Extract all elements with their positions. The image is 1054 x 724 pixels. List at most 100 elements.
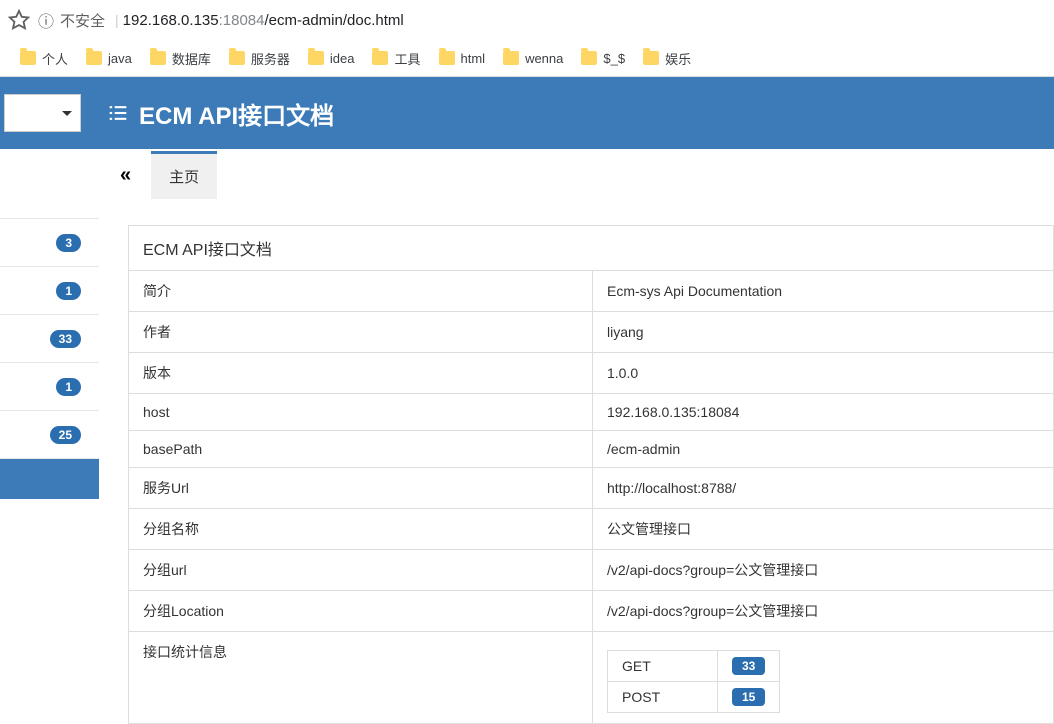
table-row: 接口统计信息 GET 33 POST 15 xyxy=(129,632,1054,724)
table-row: host192.168.0.135:18084 xyxy=(129,394,1054,431)
folder-icon xyxy=(308,51,324,65)
bookmark-item[interactable]: 娱乐 xyxy=(643,49,691,68)
list-icon xyxy=(107,103,129,123)
page-title: ECM API接口文档 xyxy=(139,96,334,131)
caret-down-icon xyxy=(62,111,72,116)
row-label: 分组url xyxy=(129,550,593,591)
url-port: :18084 xyxy=(219,12,265,29)
info-icon[interactable]: ⓘ xyxy=(38,8,54,32)
count-badge: 1 xyxy=(56,378,81,396)
tabs-row: « 主页 xyxy=(100,149,1054,201)
bookmark-label: 工具 xyxy=(394,49,420,68)
folder-icon xyxy=(581,51,597,65)
row-value: liyang xyxy=(593,312,1054,353)
address-bar: ⓘ 不安全 | 192.168.0.135:18084/ecm-admin/do… xyxy=(0,0,1054,40)
sidebar: 3 1 33 1 25 xyxy=(0,149,100,724)
sidebar-item[interactable]: 33 xyxy=(0,315,99,363)
count-badge: 3 xyxy=(56,234,81,252)
sidebar-item[interactable]: 1 xyxy=(0,363,99,411)
sidebar-item[interactable]: 3 xyxy=(0,219,99,267)
table-row: ECM API接口文档 xyxy=(129,226,1054,271)
stats-label: 接口统计信息 xyxy=(129,632,593,724)
table-row: 分组名称公文管理接口 xyxy=(129,509,1054,550)
bookmark-label: wenna xyxy=(525,51,563,66)
tab-home[interactable]: 主页 xyxy=(151,151,217,199)
not-secure-label: 不安全 xyxy=(60,10,105,31)
row-label: 分组Location xyxy=(129,591,593,632)
collapse-icon[interactable]: « xyxy=(114,160,137,191)
table-row: 服务Urlhttp://localhost:8788/ xyxy=(129,468,1054,509)
main-content: « 主页 ECM API接口文档 简介Ecm-sys Api Documenta… xyxy=(100,149,1054,724)
row-label: 版本 xyxy=(129,353,593,394)
bookmark-label: html xyxy=(461,51,486,66)
folder-icon xyxy=(229,51,245,65)
row-value: /ecm-admin xyxy=(593,431,1054,468)
row-value: 1.0.0 xyxy=(593,353,1054,394)
row-value: /v2/api-docs?group=公文管理接口 xyxy=(593,550,1054,591)
method-count-cell: 33 xyxy=(718,651,780,682)
bookmark-item[interactable]: idea xyxy=(308,51,355,66)
row-value: /v2/api-docs?group=公文管理接口 xyxy=(593,591,1054,632)
table-row: 分组Location/v2/api-docs?group=公文管理接口 xyxy=(129,591,1054,632)
header-title-wrap: ECM API接口文档 xyxy=(107,96,334,131)
row-label: 服务Url xyxy=(129,468,593,509)
url-path: /ecm-admin/doc.html xyxy=(265,12,404,29)
row-label: 作者 xyxy=(129,312,593,353)
row-value: 192.168.0.135:18084 xyxy=(593,394,1054,431)
folder-icon xyxy=(86,51,102,65)
table-row: basePath/ecm-admin xyxy=(129,431,1054,468)
table-row: 版本1.0.0 xyxy=(129,353,1054,394)
folder-icon xyxy=(150,51,166,65)
folder-icon xyxy=(503,51,519,65)
url-host: 192.168.0.135 xyxy=(123,12,219,29)
bookmark-label: 娱乐 xyxy=(665,49,691,68)
bookmark-item[interactable]: 工具 xyxy=(372,49,420,68)
sidebar-item[interactable]: 25 xyxy=(0,411,99,459)
folder-icon xyxy=(372,51,388,65)
doc-table-wrap: ECM API接口文档 简介Ecm-sys Api Documentation … xyxy=(100,201,1054,724)
row-value: 公文管理接口 xyxy=(593,509,1054,550)
method-badge: 33 xyxy=(732,657,765,675)
count-badge: 1 xyxy=(56,282,81,300)
table-row: 简介Ecm-sys Api Documentation xyxy=(129,271,1054,312)
doc-table: ECM API接口文档 简介Ecm-sys Api Documentation … xyxy=(128,225,1054,724)
row-value: Ecm-sys Api Documentation xyxy=(593,271,1054,312)
bookmark-item[interactable]: html xyxy=(439,51,486,66)
bookmarks-bar: 个人 java 数据库 服务器 idea 工具 html wenna $_$ 娱… xyxy=(0,40,1054,76)
table-row: 作者liyang xyxy=(129,312,1054,353)
bookmark-item[interactable]: wenna xyxy=(503,51,563,66)
stats-cell: GET 33 POST 15 xyxy=(593,632,1054,724)
bookmark-item[interactable]: $_$ xyxy=(581,51,625,66)
method-label: GET xyxy=(608,651,718,682)
row-label: basePath xyxy=(129,431,593,468)
bookmark-label: $_$ xyxy=(603,51,625,66)
sidebar-item-active[interactable] xyxy=(0,459,99,499)
stats-row: GET 33 xyxy=(608,651,780,682)
count-badge: 25 xyxy=(50,426,81,444)
app-header: ECM API接口文档 xyxy=(0,77,1054,149)
url-text[interactable]: 192.168.0.135:18084/ecm-admin/doc.html xyxy=(123,12,404,29)
bookmark-label: 服务器 xyxy=(251,49,290,68)
folder-icon xyxy=(20,51,36,65)
doc-title: ECM API接口文档 xyxy=(129,226,1054,271)
divider-pipe: | xyxy=(115,12,119,28)
row-label: 简介 xyxy=(129,271,593,312)
star-icon[interactable] xyxy=(8,9,30,31)
count-badge: 33 xyxy=(50,330,81,348)
bookmark-item[interactable]: 数据库 xyxy=(150,49,211,68)
bookmark-label: 数据库 xyxy=(172,49,211,68)
browser-chrome: ⓘ 不安全 | 192.168.0.135:18084/ecm-admin/do… xyxy=(0,0,1054,77)
bookmark-item[interactable]: 个人 xyxy=(20,49,68,68)
stats-table: GET 33 POST 15 xyxy=(607,650,780,713)
bookmark-label: java xyxy=(108,51,132,66)
row-label: 分组名称 xyxy=(129,509,593,550)
folder-icon xyxy=(439,51,455,65)
bookmark-item[interactable]: 服务器 xyxy=(229,49,290,68)
bookmark-label: idea xyxy=(330,51,355,66)
header-dropdown[interactable] xyxy=(4,94,81,132)
sidebar-item[interactable]: 1 xyxy=(0,267,99,315)
bookmark-item[interactable]: java xyxy=(86,51,132,66)
folder-icon xyxy=(643,51,659,65)
sidebar-item[interactable] xyxy=(0,149,99,219)
bookmark-label: 个人 xyxy=(42,49,68,68)
